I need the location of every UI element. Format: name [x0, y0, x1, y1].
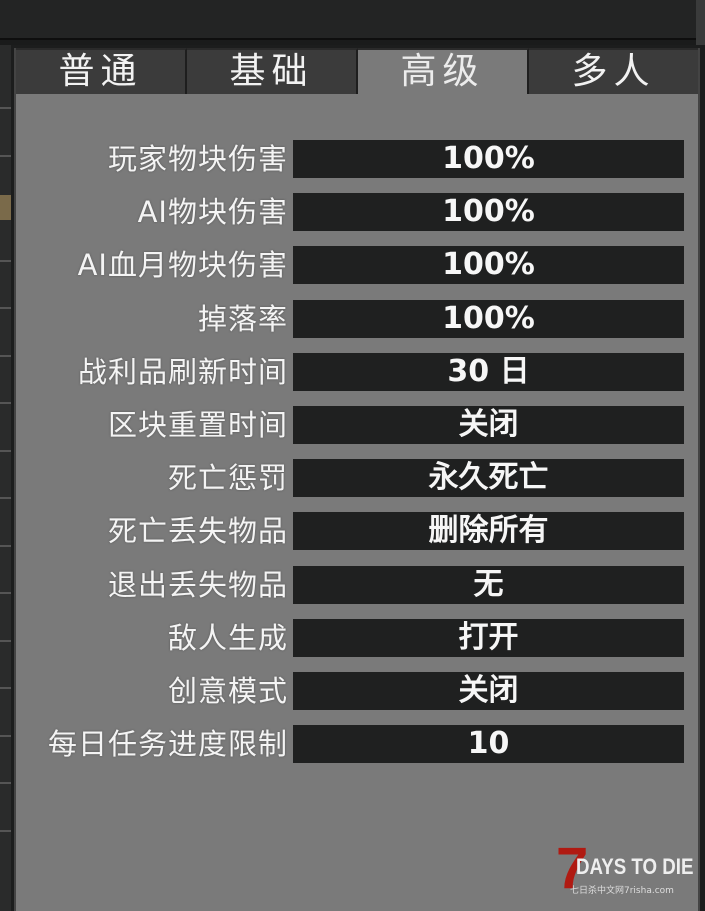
- setting-row-loot-abundance: 掉落率 100%: [16, 299, 698, 352]
- strip-divider: [0, 782, 11, 784]
- tab-bar: 普通 基础 高级 多人: [16, 48, 698, 94]
- top-bar-inner: [0, 0, 696, 40]
- tab-basic[interactable]: 基础: [187, 48, 358, 94]
- setting-row-death-penalty: 死亡惩罚 永久死亡: [16, 458, 698, 511]
- setting-label: 玩家物块伤害: [107, 142, 288, 176]
- strip-divider: [0, 640, 11, 642]
- settings-panel: 普通 基础 高级 多人 玩家物块伤害 100% AI物块伤害 100% AI血月…: [14, 48, 700, 911]
- setting-row-creative-mode: 创意模式 关闭: [16, 671, 698, 724]
- setting-label: AI物块伤害: [137, 195, 288, 230]
- setting-label: 敌人生成: [167, 620, 288, 655]
- setting-row-ai-bloodmoon-block-damage: AI血月物块伤害 100%: [16, 245, 698, 298]
- setting-row-drop-on-death: 死亡丢失物品 删除所有: [16, 511, 698, 564]
- setting-value-selector[interactable]: 打开: [293, 618, 684, 657]
- setting-row-ai-block-damage: AI物块伤害 100%: [16, 192, 698, 245]
- setting-row-player-block-damage: 玩家物块伤害 100%: [16, 139, 698, 192]
- left-side-strip: [0, 45, 11, 911]
- strip-highlight: [0, 195, 11, 220]
- strip-divider: [0, 545, 11, 547]
- setting-label: 每日任务进度限制: [47, 727, 288, 762]
- setting-label: 战利品刷新时间: [77, 354, 288, 389]
- setting-value-selector[interactable]: 永久死亡: [293, 459, 684, 498]
- strip-divider: [0, 107, 11, 109]
- setting-label: 死亡惩罚: [167, 461, 288, 496]
- setting-value-selector[interactable]: 删除所有: [293, 512, 684, 551]
- top-bar: [0, 0, 705, 45]
- setting-row-daily-quest-limit: 每日任务进度限制 10: [16, 724, 698, 777]
- setting-value-selector[interactable]: 关闭: [293, 405, 684, 444]
- setting-label: 掉落率: [197, 301, 288, 336]
- setting-value-selector[interactable]: 100%: [293, 299, 684, 338]
- tab-advanced[interactable]: 高级: [358, 48, 529, 94]
- setting-row-chunk-reset: 区块重置时间 关闭: [16, 405, 698, 458]
- setting-label: 创意模式: [167, 673, 288, 708]
- setting-value-selector[interactable]: 100%: [293, 246, 684, 285]
- game-logo-watermark: 7 DAYS TO DIE 七日杀中文网7risha.com: [556, 840, 701, 900]
- strip-divider: [0, 497, 11, 499]
- setting-value-selector[interactable]: 100%: [293, 193, 684, 232]
- setting-row-loot-respawn: 战利品刷新时间 30 日: [16, 352, 698, 405]
- strip-divider: [0, 402, 11, 404]
- logo-title: DAYS TO DIE: [576, 854, 694, 879]
- logo-subtitle: 七日杀中文网7risha.com: [570, 886, 674, 896]
- top-bar-edge: [696, 0, 705, 45]
- strip-divider: [0, 735, 11, 737]
- setting-row-drop-on-quit: 退出丢失物品 无: [16, 565, 698, 618]
- setting-label: 退出丢失物品: [107, 567, 288, 602]
- setting-value-selector[interactable]: 关闭: [293, 671, 684, 710]
- strip-divider: [0, 355, 11, 357]
- setting-value-selector[interactable]: 100%: [293, 140, 684, 178]
- strip-divider: [0, 307, 11, 309]
- tab-multiplayer[interactable]: 多人: [529, 48, 698, 94]
- setting-value-selector[interactable]: 30 日: [293, 352, 684, 391]
- strip-divider: [0, 830, 11, 832]
- settings-list: 玩家物块伤害 100% AI物块伤害 100% AI血月物块伤害 100% 掉落…: [16, 139, 698, 777]
- tab-general[interactable]: 普通: [16, 48, 187, 94]
- setting-label: 死亡丢失物品: [107, 514, 288, 549]
- strip-divider: [0, 450, 11, 452]
- strip-divider: [0, 592, 11, 594]
- setting-value-selector[interactable]: 无: [293, 565, 684, 604]
- setting-label: 区块重置时间: [107, 407, 288, 442]
- setting-label: AI血月物块伤害: [77, 248, 288, 283]
- strip-divider: [0, 260, 11, 262]
- strip-divider: [0, 155, 11, 157]
- setting-value-selector[interactable]: 10: [293, 725, 684, 764]
- setting-row-enemy-spawning: 敌人生成 打开: [16, 618, 698, 671]
- strip-divider: [0, 687, 11, 689]
